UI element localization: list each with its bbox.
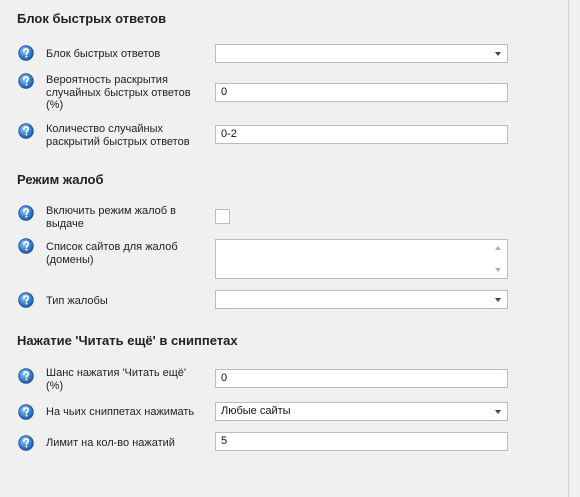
question-circle-icon[interactable] bbox=[18, 123, 34, 139]
section-title-quick-answers: Блок быстрых ответов bbox=[17, 11, 167, 26]
chevron-down-icon bbox=[495, 52, 501, 56]
label-quick-answers-block: Блок быстрых ответов bbox=[46, 48, 161, 60]
question-circle-icon[interactable] bbox=[18, 205, 34, 221]
panel-edge bbox=[568, 0, 580, 497]
question-circle-icon[interactable] bbox=[18, 404, 34, 420]
question-circle-icon[interactable] bbox=[18, 292, 34, 308]
complaint-type-select[interactable] bbox=[215, 290, 508, 309]
read-more-chance-input[interactable]: 0 bbox=[215, 369, 508, 388]
label-random-open-count: Количество случайных раскрытий быстрых о… bbox=[46, 123, 190, 148]
settings-panel: Блок быстрых ответов Блок быстрых ответо… bbox=[0, 0, 568, 497]
label-complaint-sites: Список сайтов для жалоб (домены) bbox=[46, 241, 178, 266]
quick-answers-block-select[interactable] bbox=[215, 44, 508, 63]
scroll-up-icon[interactable] bbox=[495, 246, 501, 250]
question-circle-icon[interactable] bbox=[18, 238, 34, 254]
question-circle-icon[interactable] bbox=[18, 45, 34, 61]
click-limit-input[interactable]: 5 bbox=[215, 432, 508, 451]
select-value: Любые сайты bbox=[221, 405, 291, 417]
question-circle-icon[interactable] bbox=[18, 368, 34, 384]
complaint-sites-textarea[interactable] bbox=[215, 239, 508, 279]
label-enable-complaints: Включить режим жалоб в выдаче bbox=[46, 205, 176, 230]
label-click-limit: Лимит на кол-во нажатий bbox=[46, 437, 175, 449]
enable-complaints-checkbox[interactable] bbox=[215, 209, 230, 224]
label-snippets-target: На чьих сниппетах нажимать bbox=[46, 406, 195, 418]
snippets-target-select[interactable]: Любые сайты bbox=[215, 402, 508, 421]
open-probability-input[interactable]: 0 bbox=[215, 83, 508, 102]
scroll-down-icon[interactable] bbox=[495, 268, 501, 272]
random-open-count-input[interactable]: 0-2 bbox=[215, 125, 508, 144]
question-circle-icon[interactable] bbox=[18, 435, 34, 451]
label-read-more-chance: Шанс нажатия 'Читать ещё' (%) bbox=[46, 367, 187, 392]
question-circle-icon[interactable] bbox=[18, 73, 34, 89]
label-open-probability: Вероятность раскрытия случайных быстрых … bbox=[46, 74, 191, 111]
chevron-down-icon bbox=[495, 410, 501, 414]
label-complaint-type: Тип жалобы bbox=[46, 295, 108, 307]
chevron-down-icon bbox=[495, 298, 501, 302]
section-title-read-more: Нажатие 'Читать ещё' в сниппетах bbox=[17, 333, 238, 348]
section-title-complaints: Режим жалоб bbox=[17, 172, 104, 187]
